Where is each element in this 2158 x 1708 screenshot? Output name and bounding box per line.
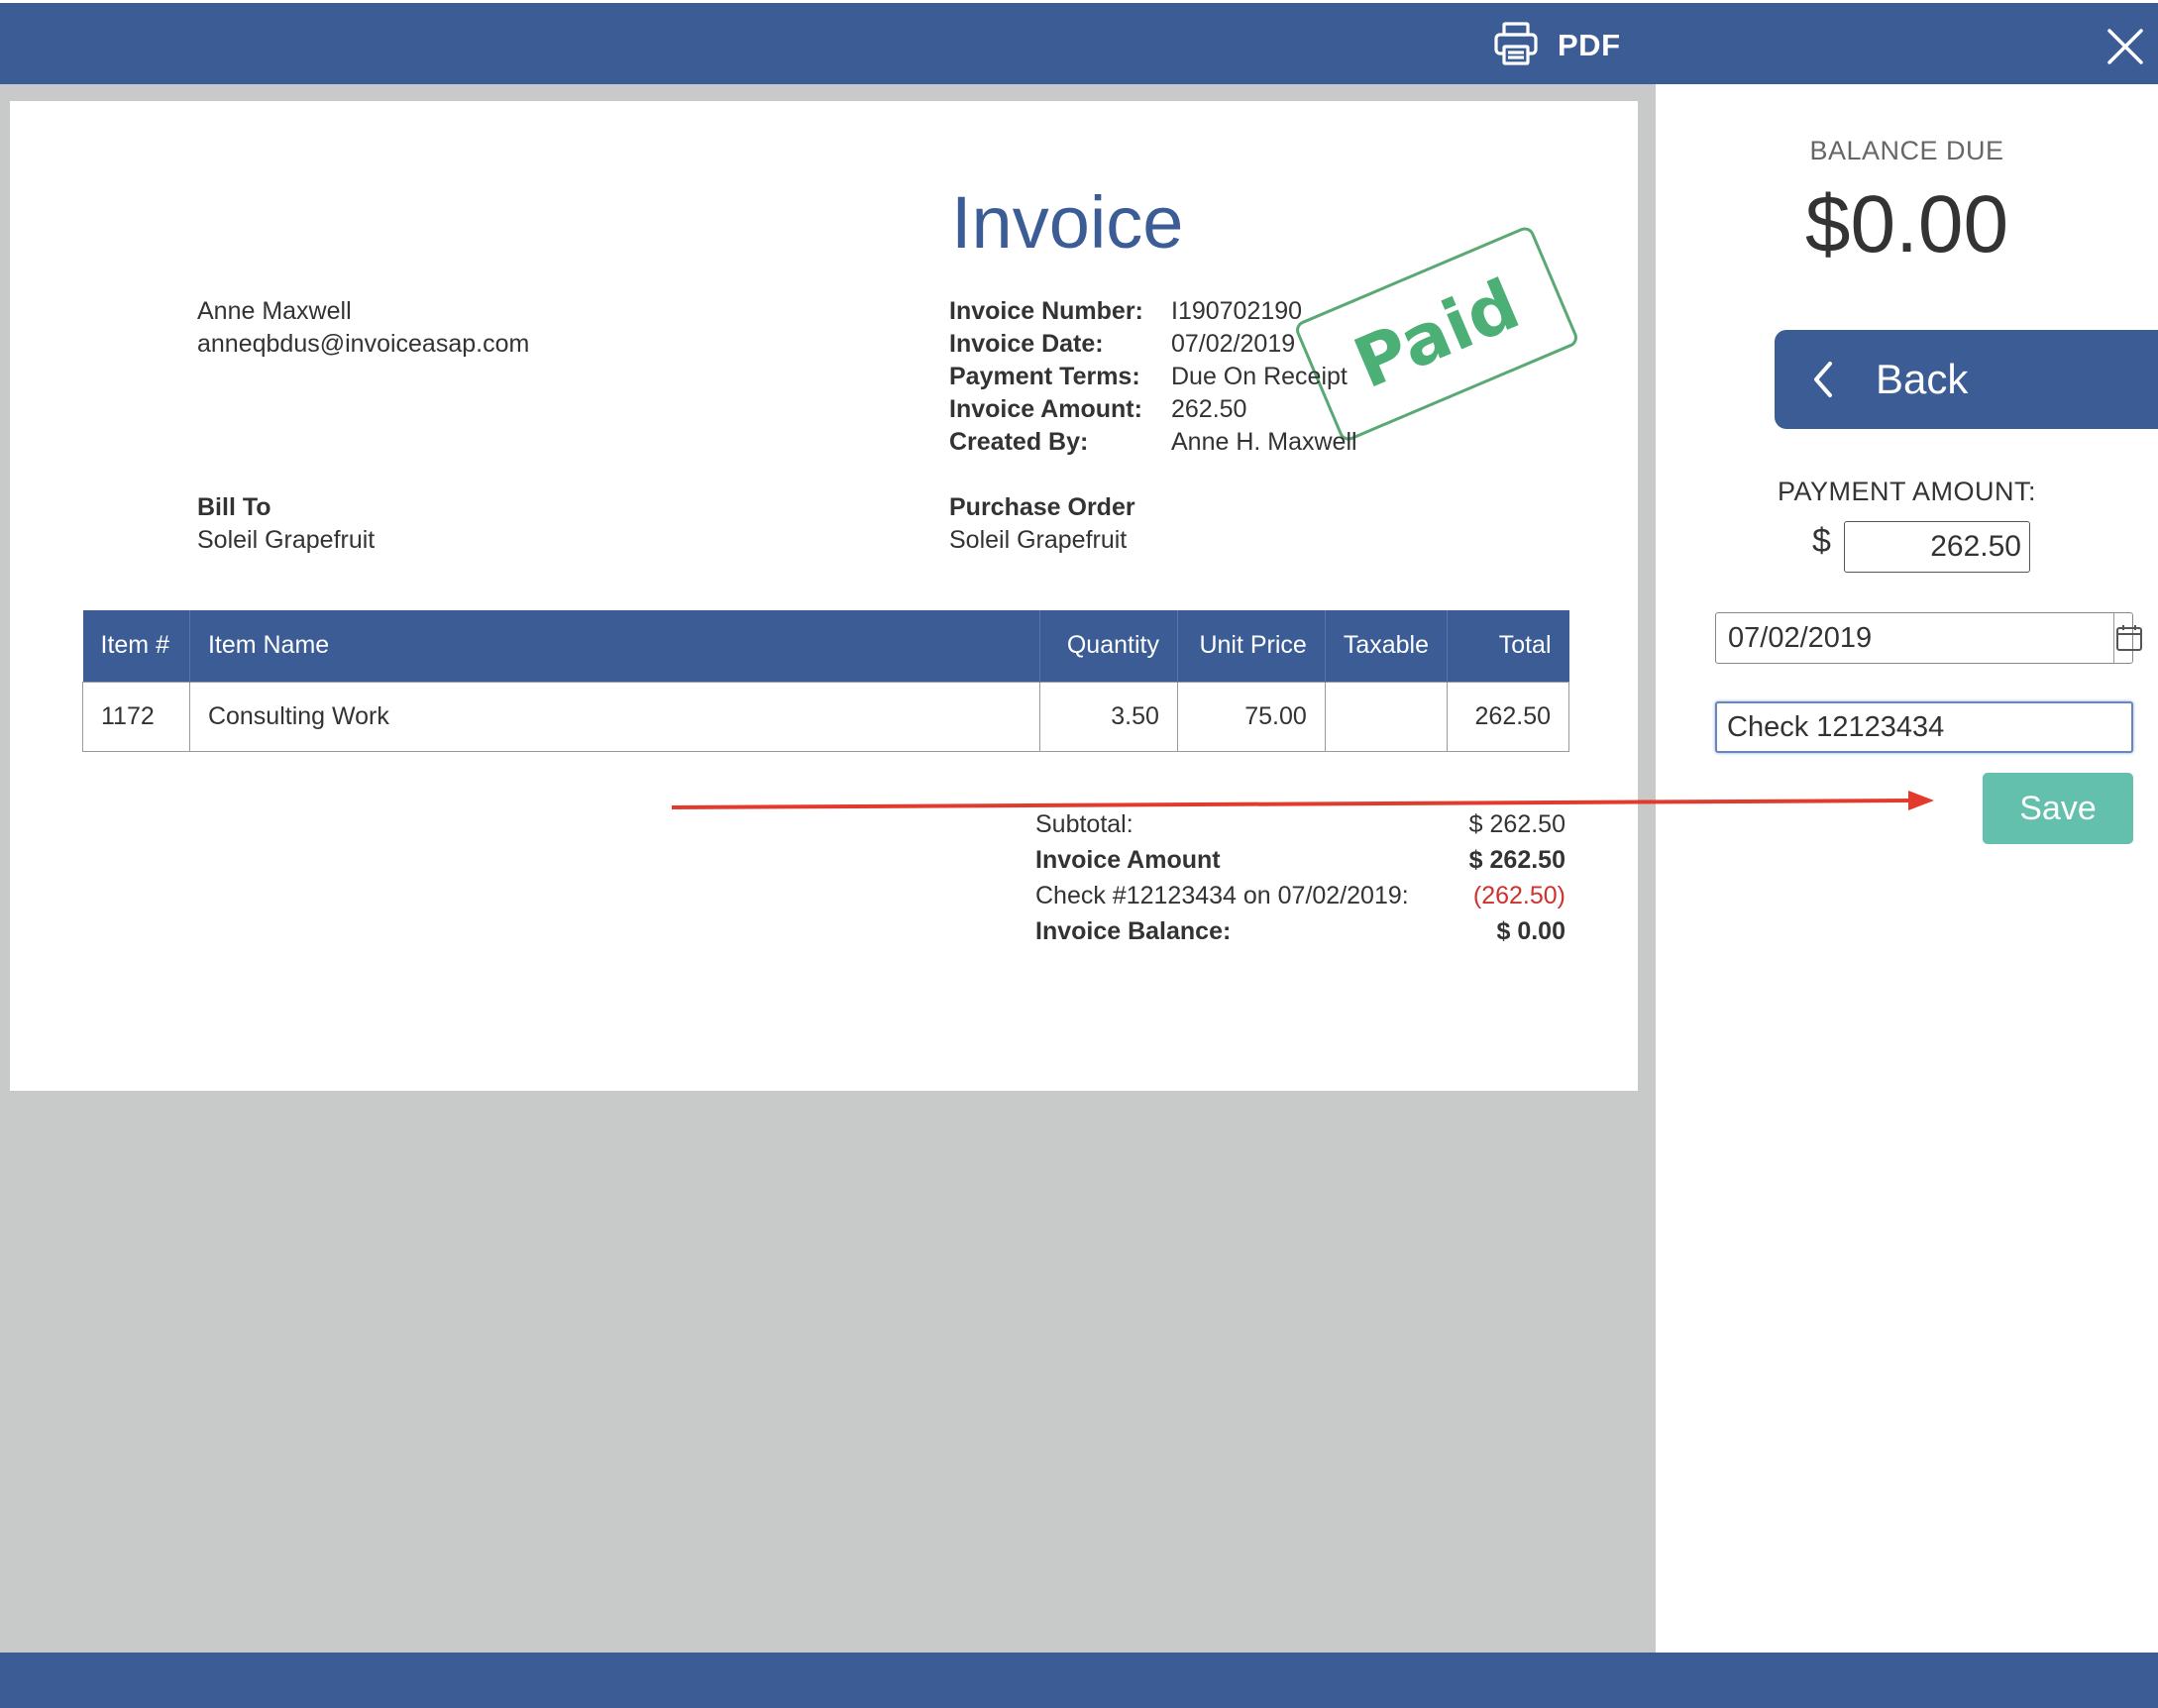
column-header: Quantity xyxy=(1039,610,1178,682)
bottom-bar xyxy=(0,1653,2158,1708)
column-header: Total xyxy=(1447,610,1569,682)
column-header: Item # xyxy=(82,610,190,682)
back-label: Back xyxy=(1876,356,1969,402)
back-button[interactable]: Back xyxy=(1775,330,2158,429)
item-number-cell: 1172 xyxy=(82,681,190,752)
pdf-label: PDF xyxy=(1558,28,1621,62)
invoice-amount-value: $ 262.50 xyxy=(1468,845,1565,874)
chevron-left-icon xyxy=(1814,362,1832,397)
meta-label: Invoice Amount: xyxy=(949,395,1142,423)
total-cell: 262.50 xyxy=(1446,681,1570,752)
purchase-order-block: Purchase Order Soleil Grapefruit xyxy=(949,491,1135,557)
payment-panel: BALANCE DUE $0.00 Back PAYMENT AMOUNT: $… xyxy=(1656,84,2158,1653)
invoice-meta: Invoice Number: I190702190 Invoice Date:… xyxy=(949,295,1357,459)
meta-row: Created By: Anne H. Maxwell xyxy=(949,426,1357,459)
purchase-order-name: Soleil Grapefruit xyxy=(949,526,1128,554)
payment-row: Check #12123434 on 07/02/2019: (262.50) xyxy=(1035,878,1565,913)
invoice-title: Invoice xyxy=(951,181,1184,264)
payment-date-input[interactable] xyxy=(1716,613,2113,663)
invoice-amount: 262.50 xyxy=(1171,395,1247,423)
table-header-row: Item # Item Name Quantity Unit Price Tax… xyxy=(82,610,1569,682)
paid-stamp-text: Paid xyxy=(1343,263,1531,405)
column-header: Item Name xyxy=(189,610,1040,682)
quantity-cell: 3.50 xyxy=(1038,681,1178,752)
bill-to-name: Soleil Grapefruit xyxy=(197,526,376,554)
invoice-number: I190702190 xyxy=(1171,297,1303,325)
invoice-balance-label: Invoice Balance: xyxy=(1035,916,1232,945)
invoice-document: Invoice Paid Anne Maxwell anneqbdus@invo… xyxy=(10,101,1638,1091)
taxable-cell xyxy=(1324,681,1448,752)
balance-due-label: BALANCE DUE xyxy=(1809,136,2004,165)
meta-row: Payment Terms: Due On Receipt xyxy=(949,361,1357,393)
item-name-cell: Consulting Work xyxy=(188,681,1040,752)
created-by: Anne H. Maxwell xyxy=(1171,428,1357,456)
bill-to-heading: Bill To xyxy=(197,493,271,521)
calendar-button[interactable] xyxy=(2113,613,2144,663)
payment-date-field xyxy=(1715,612,2142,664)
currency-symbol: $ xyxy=(1812,522,1831,560)
pdf-button[interactable]: PDF xyxy=(1492,21,1621,70)
meta-label: Invoice Date: xyxy=(949,330,1104,358)
unit-price-cell: 75.00 xyxy=(1176,681,1326,752)
line-items-table: Item # Item Name Quantity Unit Price Tax… xyxy=(82,610,1570,752)
column-header: Unit Price xyxy=(1177,610,1326,682)
top-toolbar: PDF xyxy=(0,3,2158,84)
invoice-amount-label: Invoice Amount xyxy=(1035,845,1221,874)
meta-label: Payment Terms: xyxy=(949,363,1140,390)
sender-block: Anne Maxwell anneqbdus@invoiceasap.com xyxy=(197,295,529,361)
meta-label: Created By: xyxy=(949,428,1089,456)
payment-value: (262.50) xyxy=(1472,881,1565,909)
subtotal-value: $ 262.50 xyxy=(1468,809,1565,838)
invoice-amount-row: Invoice Amount $ 262.50 xyxy=(1035,842,1565,878)
payment-amount-input[interactable] xyxy=(1844,521,2030,573)
table-row: 1172 Consulting Work 3.50 75.00 262.50 xyxy=(82,681,1570,752)
payment-label: Check #12123434 on 07/02/2019: xyxy=(1035,881,1409,909)
subtotal-row: Subtotal: $ 262.50 xyxy=(1035,806,1565,842)
printer-icon xyxy=(1492,20,1540,72)
meta-row: Invoice Amount: 262.50 xyxy=(949,393,1357,426)
balance-due-value: $0.00 xyxy=(1804,179,2009,269)
payment-note-input[interactable] xyxy=(1715,701,2133,753)
sender-name: Anne Maxwell xyxy=(197,297,352,325)
totals-block: Subtotal: $ 262.50 Invoice Amount $ 262.… xyxy=(1035,806,1565,949)
meta-row: Invoice Number: I190702190 xyxy=(949,295,1357,328)
close-icon[interactable] xyxy=(2106,28,2144,65)
save-button[interactable]: Save xyxy=(1983,773,2133,844)
payment-amount-label: PAYMENT AMOUNT: xyxy=(1777,477,2037,506)
meta-row: Invoice Date: 07/02/2019 xyxy=(949,328,1357,361)
invoice-balance-value: $ 0.00 xyxy=(1496,916,1565,945)
payment-terms: Due On Receipt xyxy=(1171,363,1348,390)
meta-label: Invoice Number: xyxy=(949,297,1143,325)
purchase-order-heading: Purchase Order xyxy=(949,493,1135,521)
invoice-preview-area: Invoice Paid Anne Maxwell anneqbdus@invo… xyxy=(0,84,1656,1653)
bill-to-block: Bill To Soleil Grapefruit xyxy=(197,491,375,557)
invoice-balance-row: Invoice Balance: $ 0.00 xyxy=(1035,913,1565,949)
sender-email: anneqbdus@invoiceasap.com xyxy=(197,330,530,358)
invoice-date: 07/02/2019 xyxy=(1171,330,1296,358)
column-header: Taxable xyxy=(1325,610,1448,682)
calendar-icon xyxy=(2116,625,2142,651)
subtotal-label: Subtotal: xyxy=(1035,809,1133,838)
